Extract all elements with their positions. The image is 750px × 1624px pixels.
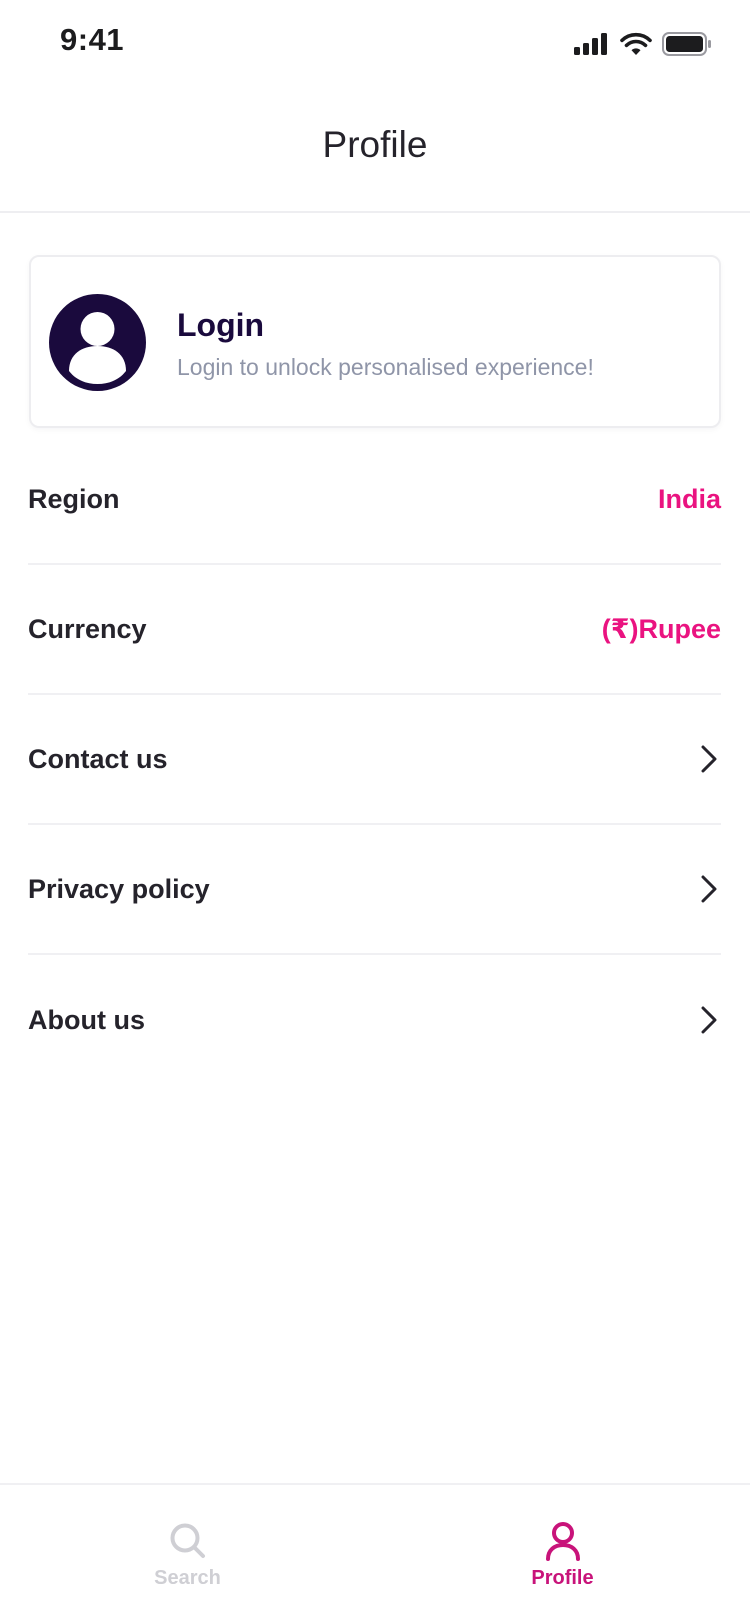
- contact-us-label: Contact us: [28, 743, 168, 774]
- menu-row-privacy-policy[interactable]: Privacy policy: [28, 825, 721, 955]
- login-card[interactable]: Login Login to unlock personalised exper…: [29, 255, 721, 428]
- page-title: Profile: [322, 123, 428, 165]
- search-icon: [170, 1523, 205, 1558]
- status-time: 9:41: [60, 22, 125, 57]
- chevron-right-icon: [697, 744, 721, 774]
- region-label: Region: [28, 483, 120, 514]
- bottom-nav: Search Profile: [0, 1483, 750, 1624]
- login-title: Login: [177, 307, 265, 343]
- status-icons: [574, 32, 712, 56]
- currency-label: Currency: [28, 613, 147, 644]
- nav-label-search: Search: [154, 1567, 221, 1589]
- nav-item-profile[interactable]: Profile: [375, 1485, 750, 1624]
- nav-label-profile: Profile: [531, 1567, 594, 1589]
- settings-list: Region India Currency (₹)Rupee Contact u…: [28, 435, 721, 1085]
- menu-row-currency[interactable]: Currency (₹)Rupee: [28, 565, 721, 695]
- chevron-right-icon: [697, 1005, 721, 1035]
- about-us-label: About us: [28, 1004, 145, 1035]
- user-icon: [545, 1522, 580, 1561]
- currency-value[interactable]: (₹)Rupee: [602, 614, 721, 645]
- region-value[interactable]: India: [658, 484, 721, 515]
- status-bar: 9:41: [0, 0, 750, 88]
- nav-item-search[interactable]: Search: [0, 1485, 375, 1624]
- menu-row-about-us[interactable]: About us: [28, 955, 721, 1085]
- chevron-right-icon: [697, 874, 721, 904]
- menu-row-region[interactable]: Region India: [28, 435, 721, 565]
- profile-screen: 9:41 Profile Login Login to unlock perso…: [0, 0, 750, 1624]
- privacy-policy-label: Privacy policy: [28, 873, 210, 904]
- cellular-signal-icon: [574, 33, 607, 55]
- menu-row-contact-us[interactable]: Contact us: [28, 695, 721, 825]
- wifi-icon: [620, 32, 652, 55]
- login-subtitle: Login to unlock personalised experience!: [177, 354, 594, 380]
- battery-icon: [662, 32, 711, 56]
- user-avatar-icon: [49, 294, 146, 391]
- header: Profile: [0, 88, 750, 213]
